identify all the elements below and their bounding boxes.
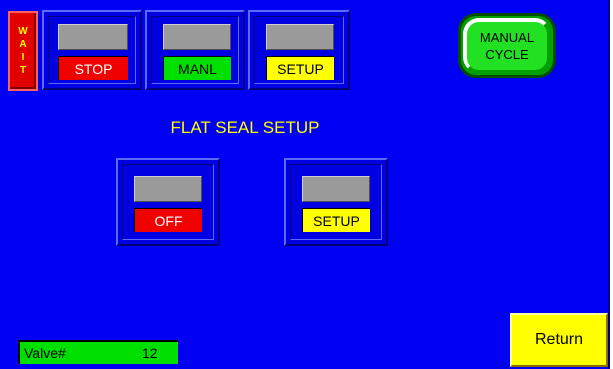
- flat-seal-setup-button[interactable]: SETUP: [284, 158, 388, 246]
- manual-indicator-lamp: [163, 24, 231, 50]
- manual-cycle-label-line2: CYCLE: [485, 47, 529, 62]
- setup-mode-button[interactable]: SETUP: [248, 10, 350, 90]
- manl-label: MANL: [163, 56, 231, 80]
- setup-indicator-lamp: [266, 24, 334, 50]
- stop-button[interactable]: STOP: [42, 10, 142, 90]
- wait-letter: T: [19, 65, 27, 76]
- setup-label: SETUP: [266, 56, 334, 80]
- wait-letter: W: [18, 26, 28, 37]
- wait-letter: A: [19, 39, 27, 50]
- flat-seal-setup-indicator-lamp: [302, 176, 370, 202]
- off-label: OFF: [134, 208, 202, 232]
- manual-mode-button[interactable]: MANL: [145, 10, 245, 90]
- wait-status-indicator: W A I T: [8, 11, 38, 91]
- wait-letter: I: [21, 52, 25, 63]
- page-title: FLAT SEAL SETUP: [170, 118, 320, 137]
- stop-label: STOP: [58, 56, 128, 80]
- off-button[interactable]: OFF: [116, 158, 220, 246]
- flat-seal-setup-label: SETUP: [302, 208, 370, 232]
- valve-value: 12: [142, 345, 158, 361]
- valve-label: Valve#: [24, 345, 66, 361]
- manual-cycle-label-line1: MANUAL: [479, 30, 535, 45]
- return-button[interactable]: Return: [510, 313, 608, 367]
- hmi-screen: W A I T STOP MANL SETUP MANUAL CYCLE FLA…: [0, 0, 610, 369]
- off-indicator-lamp: [134, 176, 202, 202]
- stop-indicator-lamp: [58, 24, 128, 50]
- manual-cycle-button[interactable]: MANUAL CYCLE: [458, 13, 556, 78]
- valve-number-display: Valve# 12: [18, 340, 178, 364]
